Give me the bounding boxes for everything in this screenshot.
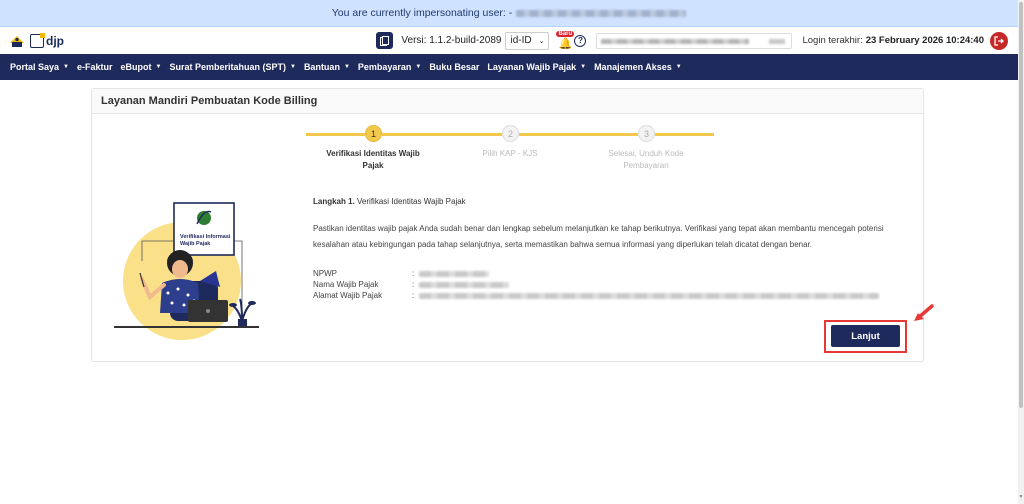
info-row-npwp: NPWP : <box>313 268 913 279</box>
illustration-caption: Verifikasi Informasi Wajib Pajak <box>180 234 231 247</box>
document-button[interactable] <box>376 32 394 49</box>
step-description: Pastikan identitas wajib pajak Anda suda… <box>313 224 884 249</box>
page: You are currently impersonating user: - … <box>0 0 1024 504</box>
logout-button[interactable] <box>990 31 1008 50</box>
scrollbar-thumb[interactable] <box>1019 2 1023 408</box>
colon: : <box>412 269 415 278</box>
impersonation-text: You are currently impersonating user: - <box>331 7 513 19</box>
version-label: Versi: 1.1.2-build-2089 <box>401 35 502 46</box>
card-title: Layanan Mandiri Pembuatan Kode Billing <box>92 89 923 114</box>
caret-down-icon: ▼ <box>675 64 682 70</box>
step-prefix: Langkah 1. <box>313 197 355 206</box>
top-header: djp Versi: 1.1.2-build-2089 id-ID ⌄ 🔔 Ba… <box>0 27 1018 54</box>
logout-icon <box>994 35 1004 46</box>
verification-illustration: Verifikasi Informasi Wajib Pajak <box>112 201 262 346</box>
logo-text: djp <box>46 33 64 48</box>
next-button[interactable]: Lanjut <box>831 325 900 347</box>
caret-down-icon: ▼ <box>155 64 162 70</box>
step-heading-title: Verifikasi Identitas Wajib Pajak <box>357 197 466 206</box>
user-info-redacted[interactable] <box>596 32 793 49</box>
chevron-down-icon: ⌄ <box>538 37 545 45</box>
scroll-down-icon[interactable]: ▼ <box>1018 494 1024 502</box>
step-line-lead <box>306 133 365 136</box>
step-line-1-2 <box>382 133 502 136</box>
nav-label: eBupot <box>120 62 152 72</box>
impersonated-user-redacted <box>516 9 687 17</box>
kemenkeu-emblem-icon <box>10 35 24 47</box>
step-number: 1 <box>370 128 376 139</box>
nav-label: Bantuan <box>303 62 340 72</box>
nav-item-e-faktur[interactable]: e-Faktur <box>77 62 113 72</box>
step-number: 2 <box>507 128 513 139</box>
nav-label: Buku Besar <box>429 62 480 72</box>
illustration-graphic <box>114 202 259 340</box>
bell-icon: 🔔 <box>558 37 573 50</box>
language-select[interactable]: id-ID ⌄ <box>505 31 550 50</box>
notification-button[interactable]: 🔔 Baru <box>556 30 575 50</box>
nav-item-portal-saya[interactable]: Portal Saya ▼ <box>10 62 69 72</box>
info-row-alamat: Alamat Wajib Pajak : <box>313 290 913 301</box>
djp-logo-mark <box>30 32 45 48</box>
taxpayer-info: NPWP : Nama Wajib Pajak : Alamat Wajib P… <box>313 268 913 301</box>
nav-item-buku-besar[interactable]: Buku Besar <box>429 62 479 72</box>
taxpayer-name-label: Nama Wajib Pajak <box>313 280 379 289</box>
caret-down-icon: ▼ <box>415 64 422 70</box>
npwp-label: NPWP <box>313 269 337 278</box>
info-row-nama: Nama Wajib Pajak : <box>313 279 913 290</box>
nav-item-spt[interactable]: Surat Pemberitahuan (SPT) ▼ <box>169 62 295 72</box>
nav-item-bantuan[interactable]: Bantuan ▼ <box>304 62 350 72</box>
impersonation-banner: You are currently impersonating user: - <box>0 0 1018 27</box>
step-1-circle[interactable]: 1 <box>365 125 382 142</box>
step-number: 3 <box>643 128 649 139</box>
pointer-arrow-icon <box>914 304 934 321</box>
step-3-label: Selesai, Unduh Kode Pembayaran <box>608 149 684 170</box>
nav-label: e-Faktur <box>76 62 113 72</box>
step-2-label: Pilih KAP - KJS <box>482 149 538 158</box>
header-actions: Versi: 1.1.2-build-2089 id-ID ⌄ 🔔 Baru ?… <box>376 27 1008 54</box>
step-line-2-3 <box>519 133 638 136</box>
colon: : <box>412 280 415 289</box>
nav-item-manajemen-akses[interactable]: Manajemen Akses ▼ <box>594 62 682 72</box>
help-icon[interactable]: ? <box>574 34 587 47</box>
npwp-value-redacted <box>419 270 489 277</box>
page-scrollbar[interactable]: ▼ <box>1018 0 1024 504</box>
caret-down-icon: ▼ <box>289 64 296 70</box>
step-2-circle[interactable]: 2 <box>502 125 519 142</box>
taxpayer-address-label: Alamat Wajib Pajak <box>313 291 383 300</box>
caret-down-icon: ▼ <box>580 64 587 70</box>
step-3-circle[interactable]: 3 <box>638 125 655 142</box>
nav-item-layanan-wajib-pajak[interactable]: Layanan Wajib Pajak ▼ <box>487 62 586 72</box>
nav-label: Pembayaran <box>357 62 412 72</box>
last-login-date: 23 February 2026 10:24:40 <box>865 35 984 46</box>
new-badge: Baru <box>556 30 575 37</box>
verification-content: Langkah 1. Verifikasi Identitas Wajib Pa… <box>313 197 913 301</box>
main-navbar: Portal Saya ▼ e-Faktur eBupot ▼ Surat Pemb… <box>0 54 1018 80</box>
caret-down-icon: ▼ <box>343 64 350 70</box>
caret-down-icon: ▼ <box>63 64 69 70</box>
step-heading: Langkah 1. Verifikasi Identitas Wajib Pa… <box>313 197 913 206</box>
colon: : <box>412 291 415 300</box>
billing-card: Layanan Mandiri Pembuatan Kode Billing 1… <box>91 88 924 362</box>
step-1-label: Verifikasi Identitas Wajib Pajak <box>326 149 420 170</box>
taxpayer-address-value-redacted <box>419 292 879 299</box>
document-icon <box>380 35 390 46</box>
nav-item-ebupot[interactable]: eBupot ▼ <box>121 62 162 72</box>
stepper: 1 2 3 Verifikasi Identitas Wajib Pajak P… <box>306 125 714 175</box>
nav-label: Surat Pemberitahuan (SPT) <box>169 62 286 72</box>
logo[interactable]: djp <box>9 32 64 49</box>
taxpayer-name-value-redacted <box>419 281 509 288</box>
nav-label: Layanan Wajib Pajak <box>487 62 577 72</box>
step-line-tail <box>655 133 714 136</box>
nav-item-pembayaran[interactable]: Pembayaran ▼ <box>358 62 421 72</box>
last-login-label: Login terakhir: <box>802 35 863 46</box>
language-value: id-ID <box>510 35 532 46</box>
nav-label: Portal Saya <box>10 62 60 72</box>
nav-label: Manajemen Akses <box>594 62 672 72</box>
